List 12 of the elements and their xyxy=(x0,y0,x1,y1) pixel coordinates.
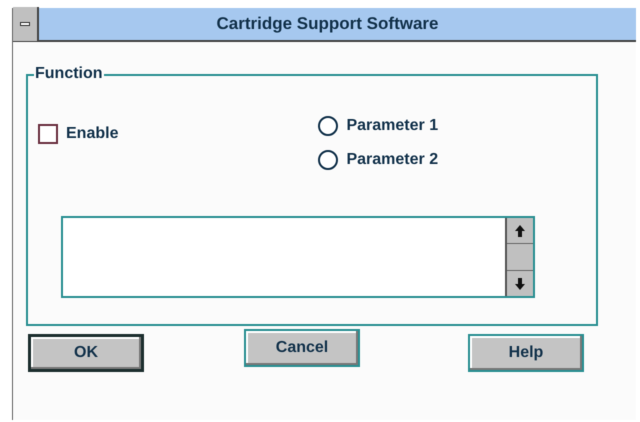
dialog-button[interactable]: Cancel xyxy=(244,329,360,367)
parameter-radio[interactable]: Parameter 2 xyxy=(318,148,438,172)
parameter-radio[interactable]: Parameter 1 xyxy=(318,114,438,138)
list-box[interactable] xyxy=(61,216,535,298)
scroll-bar[interactable] xyxy=(505,218,533,296)
checkbox-icon xyxy=(38,124,58,144)
window-title: Cartridge Support Software xyxy=(216,13,440,36)
system-menu-button[interactable] xyxy=(13,7,39,41)
dialog-button[interactable]: Help xyxy=(468,334,584,372)
minus-icon xyxy=(20,22,30,26)
dialog-button[interactable]: OK xyxy=(28,334,144,372)
enable-checkbox[interactable]: Enable xyxy=(38,96,118,172)
